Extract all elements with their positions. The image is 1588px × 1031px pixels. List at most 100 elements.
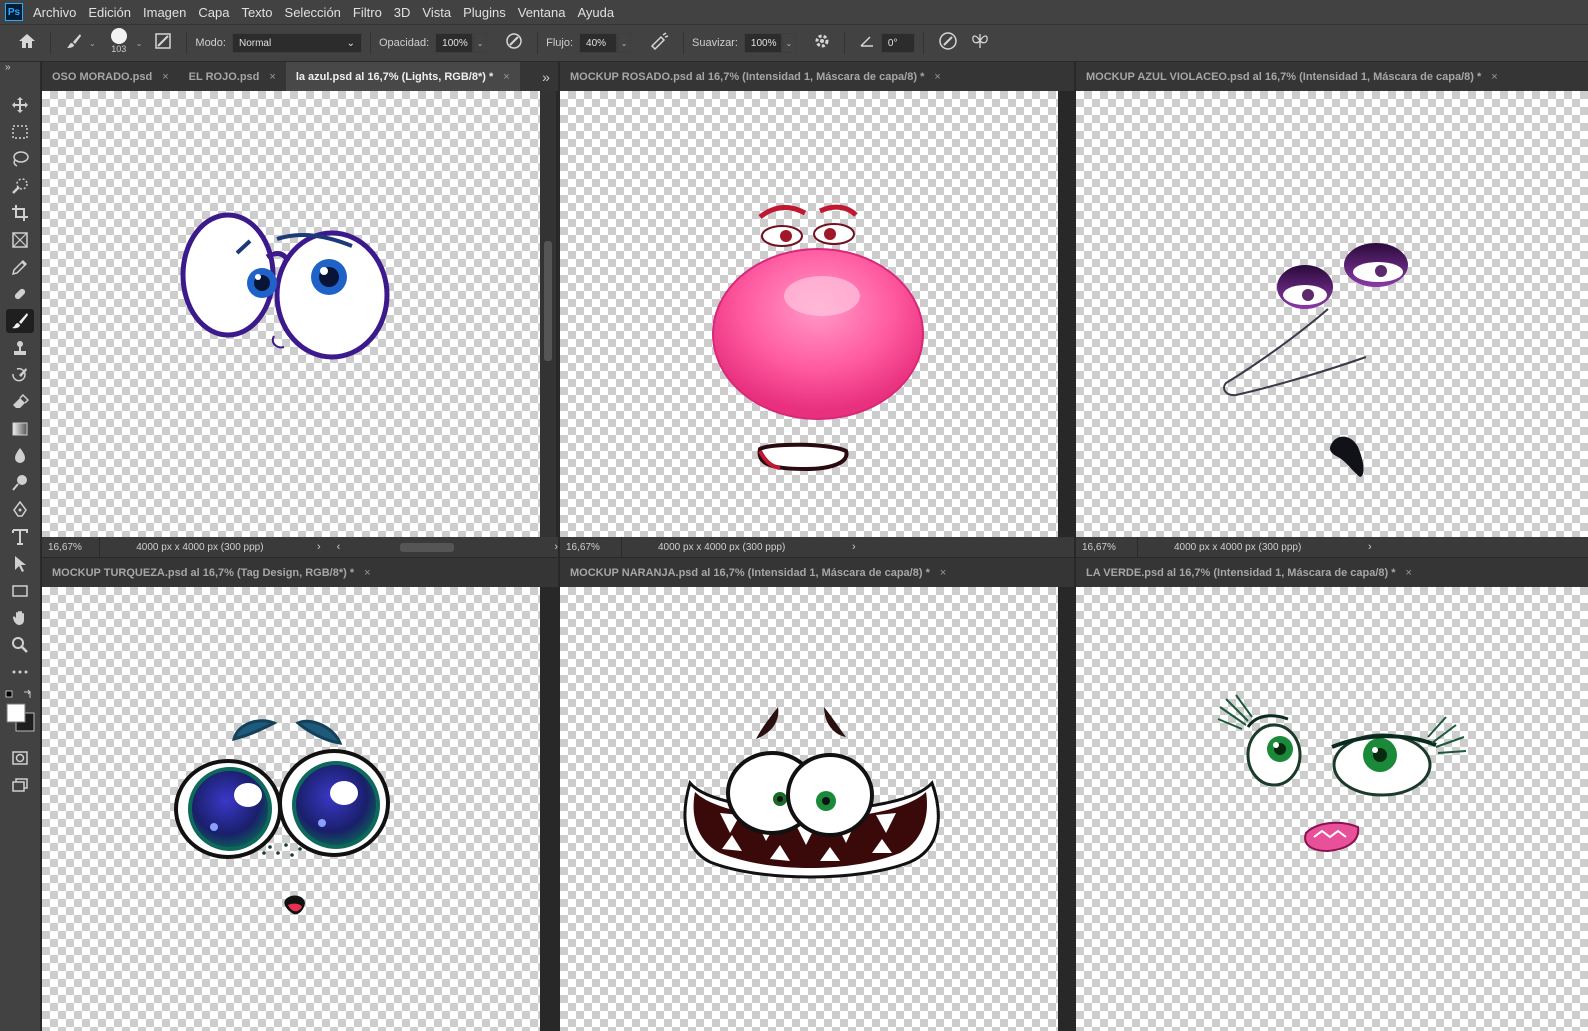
- separator: [683, 32, 685, 54]
- zoom-level[interactable]: 16,67%: [1076, 537, 1138, 557]
- menu-ventana[interactable]: Ventana: [518, 5, 566, 20]
- brush-tool-icon[interactable]: [65, 32, 83, 55]
- zoom-level[interactable]: 16,67%: [560, 537, 622, 557]
- flow-slider-toggle[interactable]: ⌄: [617, 33, 632, 53]
- close-icon[interactable]: ×: [934, 71, 940, 83]
- document-panel-la-azul: OSO MORADO.psd × EL ROJO.psd × la azul.psd…: [42, 62, 558, 558]
- brush-tool-icon[interactable]: [6, 309, 34, 333]
- color-swatches[interactable]: [4, 689, 38, 737]
- type-tool-icon[interactable]: [6, 525, 34, 549]
- document-dimensions: 4000 px x 4000 px (300 ppp): [136, 541, 264, 553]
- scrollbar-thumb[interactable]: [544, 241, 552, 361]
- tab-mockup-azul-violaceo[interactable]: MOCKUP AZUL VIOLACEO.psd al 16,7% (Inten…: [1076, 62, 1508, 91]
- gradient-tool-icon[interactable]: [6, 417, 34, 441]
- frame-tool-icon[interactable]: [6, 228, 34, 252]
- menu-filtro[interactable]: Filtro: [353, 5, 382, 20]
- gear-icon[interactable]: [814, 33, 830, 54]
- canvas-la-verde[interactable]: [1076, 587, 1588, 1031]
- tool-preset-caret[interactable]: ⌄: [89, 39, 96, 48]
- quick-mask-icon[interactable]: [6, 746, 34, 770]
- canvas-mockup-rosado[interactable]: [560, 91, 1058, 537]
- panel-collapse-icon[interactable]: »: [5, 62, 11, 73]
- status-menu-icon[interactable]: ›: [1368, 541, 1372, 553]
- menu-imagen[interactable]: Imagen: [143, 5, 186, 20]
- dodge-tool-icon[interactable]: [6, 471, 34, 495]
- marquee-tool-icon[interactable]: [6, 120, 34, 144]
- opacity-slider-toggle[interactable]: ⌄: [473, 33, 488, 53]
- blur-tool-icon[interactable]: [6, 444, 34, 468]
- close-icon[interactable]: ×: [1406, 567, 1412, 579]
- quick-selection-tool-icon[interactable]: [6, 174, 34, 198]
- brush-tip-icon: [110, 28, 127, 44]
- more-tabs-icon[interactable]: »: [534, 62, 558, 91]
- close-icon[interactable]: ×: [269, 71, 275, 83]
- home-icon[interactable]: [18, 33, 36, 54]
- smoothing-label: Suavizar:: [692, 37, 738, 49]
- options-bar: ⌄ 103 ⌄ Modo: Normal ⌄ Opacidad: 100% ⌄ …: [0, 24, 1588, 62]
- canvas-mockup-azul-violaceo[interactable]: [1076, 91, 1588, 537]
- opacity-input[interactable]: 100%: [435, 33, 474, 53]
- canvas-la-azul[interactable]: [42, 91, 540, 537]
- brush-settings-panel-icon[interactable]: [154, 32, 172, 55]
- mode-select[interactable]: Normal ⌄: [231, 33, 362, 53]
- hand-tool-icon[interactable]: [6, 606, 34, 630]
- path-selection-tool-icon[interactable]: [6, 552, 34, 576]
- vertical-scrollbar[interactable]: [540, 91, 556, 537]
- brush-preset-caret[interactable]: ⌄: [136, 39, 143, 48]
- menu-vista[interactable]: Vista: [422, 5, 451, 20]
- pressure-size-icon[interactable]: [938, 31, 958, 56]
- scroll-left-icon[interactable]: ‹: [337, 541, 341, 553]
- healing-brush-tool-icon[interactable]: [6, 282, 34, 306]
- smoothing-slider-toggle[interactable]: ⌄: [781, 33, 796, 53]
- eyedropper-tool-icon[interactable]: [6, 255, 34, 279]
- close-icon[interactable]: ×: [364, 567, 370, 579]
- status-bar: 16,67% 4000 px x 4000 px (300 ppp) ›: [1076, 537, 1588, 557]
- rectangle-tool-icon[interactable]: [6, 579, 34, 603]
- status-menu-icon[interactable]: ›: [317, 541, 321, 553]
- tab-mockup-rosado[interactable]: MOCKUP ROSADO.psd al 16,7% (Intensidad 1…: [560, 62, 951, 91]
- more-tools-icon[interactable]: [6, 660, 34, 684]
- tab-la-azul[interactable]: la azul.psd al 16,7% (Lights, RGB/8*) * ×: [285, 62, 520, 91]
- menu-edicion[interactable]: Edición: [88, 5, 131, 20]
- crop-tool-icon[interactable]: [6, 201, 34, 225]
- menu-plugins[interactable]: Plugins: [463, 5, 506, 20]
- pressure-opacity-icon[interactable]: [505, 32, 523, 55]
- eraser-tool-icon[interactable]: [6, 390, 34, 414]
- tab-oso-morado[interactable]: OSO MORADO.psd ×: [42, 62, 179, 91]
- menu-texto[interactable]: Texto: [241, 5, 272, 20]
- tab-el-rojo[interactable]: EL ROJO.psd ×: [179, 62, 286, 91]
- smoothing-input[interactable]: 100%: [743, 33, 782, 53]
- menu-archivo[interactable]: Archivo: [33, 5, 76, 20]
- tab-mockup-naranja[interactable]: MOCKUP NARANJA.psd al 16,7% (Intensidad …: [560, 558, 956, 587]
- close-icon[interactable]: ×: [1491, 71, 1497, 83]
- status-menu-icon[interactable]: ›: [852, 541, 856, 553]
- close-icon[interactable]: ×: [940, 567, 946, 579]
- close-icon[interactable]: ×: [503, 71, 509, 83]
- history-brush-tool-icon[interactable]: [6, 363, 34, 387]
- menu-seleccion[interactable]: Selección: [285, 5, 341, 20]
- symmetry-butterfly-icon[interactable]: [970, 32, 990, 55]
- zoom-tool-icon[interactable]: [6, 633, 34, 657]
- screen-mode-icon[interactable]: [6, 773, 34, 797]
- document-panel-mockup-turqueza: MOCKUP TURQUEZA.psd al 16,7% (Tag Design…: [42, 558, 558, 1031]
- flow-input[interactable]: 40%: [579, 33, 618, 53]
- brush-angle-input[interactable]: 0°: [880, 33, 915, 53]
- airbrush-icon[interactable]: [649, 31, 669, 55]
- lasso-tool-icon[interactable]: [6, 147, 34, 171]
- brush-preset-picker[interactable]: 103: [106, 28, 132, 58]
- scroll-right-icon[interactable]: ›: [554, 541, 558, 553]
- pen-tool-icon[interactable]: [6, 498, 34, 522]
- menu-capa[interactable]: Capa: [198, 5, 229, 20]
- move-tool-icon[interactable]: [6, 93, 34, 117]
- horizontal-scrollbar-thumb[interactable]: [400, 542, 455, 552]
- canvas-mockup-naranja[interactable]: [560, 587, 1058, 1031]
- canvas-mockup-turqueza[interactable]: [42, 587, 540, 1031]
- close-icon[interactable]: ×: [162, 71, 168, 83]
- tab-la-verde[interactable]: LA VERDE.psd al 16,7% (Intensidad 1, Más…: [1076, 558, 1422, 587]
- menu-ayuda[interactable]: Ayuda: [577, 5, 614, 20]
- clone-stamp-tool-icon[interactable]: [6, 336, 34, 360]
- menu-3d[interactable]: 3D: [394, 5, 411, 20]
- zoom-level[interactable]: 16,67%: [42, 537, 101, 557]
- tab-mockup-turqueza[interactable]: MOCKUP TURQUEZA.psd al 16,7% (Tag Design…: [42, 558, 381, 587]
- tools-panel: »: [0, 62, 41, 1031]
